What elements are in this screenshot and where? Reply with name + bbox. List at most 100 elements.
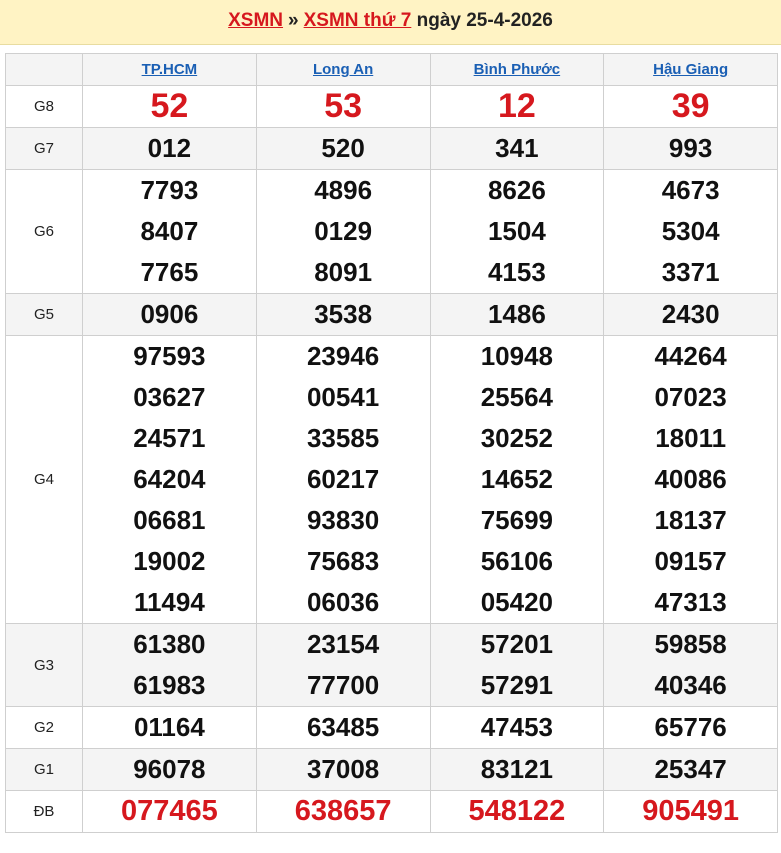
result-cell: 638657	[255, 790, 431, 833]
result-number: 23946	[306, 341, 380, 371]
results-table: TP.HCM Long An Bình Phước Hậu Giang G8 52…	[5, 53, 778, 833]
result-cell: 01164	[82, 706, 257, 749]
result-cell: 077465	[82, 790, 257, 833]
result-cell: 4673 5304 3371	[603, 169, 778, 294]
result-number: 341	[495, 133, 539, 163]
result-number: 64204	[133, 464, 206, 494]
province-link-hau-giang[interactable]: Hậu Giang	[653, 61, 728, 78]
result-number: 3538	[314, 299, 373, 329]
result-number: 33585	[306, 423, 380, 453]
result-number: 4153	[487, 257, 546, 287]
result-number: 52	[150, 87, 189, 125]
result-number: 18137	[654, 505, 727, 535]
result-cell: 520	[255, 127, 431, 170]
prize-label: G5	[5, 293, 83, 336]
result-cell: 12	[429, 85, 605, 128]
province-link-long-an[interactable]: Long An	[313, 61, 373, 78]
result-number: 1504	[487, 216, 546, 246]
result-cell: 25347	[603, 748, 778, 791]
result-cell: 83121	[429, 748, 605, 791]
prize-label: ĐB	[5, 790, 83, 833]
result-number: 40346	[654, 670, 727, 700]
result-number: 5304	[661, 216, 720, 246]
province-header: TP.HCM	[82, 53, 257, 86]
result-cell: 23154 77700	[255, 623, 431, 707]
prize-label: G3	[5, 623, 83, 707]
result-number: 75699	[480, 505, 554, 535]
result-number: 47453	[480, 712, 554, 742]
result-cell: 2430	[603, 293, 778, 336]
result-number: 56106	[480, 546, 554, 576]
result-cell: 57201 57291	[429, 623, 605, 707]
prize-row: G5 0906 3538 1486 2430	[5, 293, 778, 336]
result-number: 4673	[661, 175, 720, 205]
result-number: 01164	[133, 712, 205, 742]
result-number: 1486	[487, 299, 546, 329]
result-cell: 39	[603, 85, 778, 128]
result-number: 7793	[140, 175, 199, 205]
result-number: 0906	[140, 299, 199, 329]
result-number: 06036	[306, 587, 380, 617]
result-number: 905491	[642, 795, 740, 827]
result-number: 47313	[654, 587, 727, 617]
result-number: 53	[324, 87, 363, 125]
result-number: 07023	[654, 382, 727, 412]
xsmn-link[interactable]: XSMN	[228, 10, 283, 31]
province-header: Long An	[255, 53, 431, 86]
result-number: 57201	[480, 629, 554, 659]
result-cell: 3538	[255, 293, 431, 336]
result-cell: 44264 07023 18011 40086 18137 09157 47313	[603, 335, 778, 624]
result-number: 09157	[654, 546, 727, 576]
result-number: 8407	[140, 216, 199, 246]
result-number: 06681	[133, 505, 206, 535]
draw-date: ngày 25-4-2026	[416, 10, 553, 31]
result-number: 40086	[654, 464, 727, 494]
result-cell: 8626 1504 4153	[429, 169, 605, 294]
result-number: 83121	[480, 754, 554, 784]
result-number: 11494	[133, 587, 205, 617]
result-number: 25564	[480, 382, 554, 412]
result-number: 61380	[133, 629, 206, 659]
prize-label: G8	[5, 85, 83, 128]
result-number: 30252	[480, 423, 554, 453]
result-number: 65776	[654, 712, 727, 742]
result-cell: 97593 03627 24571 64204 06681 19002 11494	[82, 335, 257, 624]
result-number: 8626	[487, 175, 546, 205]
prize-label: G2	[5, 706, 83, 749]
result-number: 61983	[133, 670, 206, 700]
result-number: 60217	[306, 464, 380, 494]
result-cell: 23946 00541 33585 60217 93830 75683 06036	[255, 335, 431, 624]
page-title: XSMN» XSMN thứ 7 ngày 25-4-2026	[0, 0, 781, 45]
result-number: 24571	[133, 423, 206, 453]
prize-row: ĐB 077465 638657 548122 905491	[5, 790, 778, 833]
result-number: 14652	[480, 464, 554, 494]
result-number: 63485	[306, 712, 380, 742]
result-cell: 0906	[82, 293, 257, 336]
prize-row: G8 52 53 12 39	[5, 85, 778, 128]
prize-label: G7	[5, 127, 83, 170]
result-cell: 1486	[429, 293, 605, 336]
result-number: 7765	[140, 257, 199, 287]
result-number: 96078	[133, 754, 206, 784]
xsmn-saturday-link[interactable]: XSMN thứ 7	[304, 10, 412, 31]
prize-row: G3 61380 61983 23154 77700 57201 57291 59858 403…	[5, 623, 778, 707]
result-number: 18011	[655, 423, 727, 453]
result-number: 77700	[306, 670, 380, 700]
result-cell: 53	[255, 85, 431, 128]
result-number: 93830	[306, 505, 380, 535]
result-number: 077465	[120, 795, 218, 827]
province-link-tphcm[interactable]: TP.HCM	[142, 61, 198, 78]
result-number: 23154	[306, 629, 380, 659]
result-number: 548122	[468, 795, 566, 827]
result-number: 4896	[314, 175, 373, 205]
result-cell: 61380 61983	[82, 623, 257, 707]
result-cell: 52	[82, 85, 257, 128]
result-cell: 4896 0129 8091	[255, 169, 431, 294]
result-number: 19002	[133, 546, 206, 576]
prize-label: G1	[5, 748, 83, 791]
result-cell: 993	[603, 127, 778, 170]
province-link-binh-phuoc[interactable]: Bình Phước	[474, 61, 561, 78]
result-cell: 63485	[255, 706, 431, 749]
result-cell: 012	[82, 127, 257, 170]
prize-row: G7 012 520 341 993	[5, 127, 778, 170]
